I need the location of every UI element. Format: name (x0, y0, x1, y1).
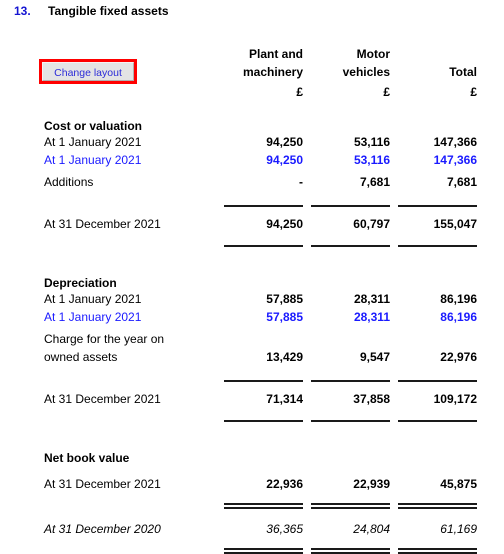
row-value-plant: 94,250 (266, 153, 303, 167)
rule-motor (303, 548, 390, 554)
row-label: At 1 January 2021 (44, 135, 142, 149)
netbook-prior-plant: 36,365 (266, 522, 303, 536)
header-plant-line1: Plant and (248, 47, 303, 61)
table-header-row-2: machinery vehicles Total (44, 62, 477, 80)
netbook-prior-double-rule (44, 548, 477, 554)
row-value-motor: 53,116 (353, 153, 390, 167)
rule-total (390, 420, 477, 422)
subtotal-motor: 60,797 (353, 217, 390, 231)
rule-motor (303, 245, 390, 247)
table-row: Additions - 7,681 7,681 (44, 173, 477, 191)
row-value-total: 147,366 (433, 135, 477, 149)
row-value-total: 22,976 (440, 350, 477, 364)
subtotal-rule-bottom (44, 245, 477, 247)
row-value-plant: 57,885 (266, 292, 303, 306)
rule-total (390, 380, 477, 382)
section-heading-depreciation: Depreciation (44, 270, 477, 290)
table-header-currency-row: £ £ £ (44, 80, 477, 100)
netbook-current-motor: 22,939 (353, 477, 390, 491)
table-row: At 1 January 2021 94,250 53,116 147,366 (44, 151, 477, 169)
row-label: At 1 January 2021 (44, 153, 142, 167)
subtotal-row: At 31 December 2021 94,250 60,797 155,04… (44, 215, 477, 233)
note-title: Tangible fixed assets (48, 4, 169, 18)
subtotal-plant: 94,250 (266, 217, 303, 231)
subtotal-total: 155,047 (433, 217, 477, 231)
netbook-current-double-rule (44, 503, 477, 509)
rule-motor (303, 503, 390, 509)
subtotal-row: At 31 December 2021 71,314 37,858 109,17… (44, 390, 477, 408)
row-value-total: 86,196 (440, 292, 477, 306)
note-number: 13. (14, 4, 31, 18)
row-label: Additions (44, 175, 94, 189)
header-plant-line2: machinery (242, 65, 303, 79)
subtotal-label: At 31 December 2021 (44, 217, 161, 231)
row-value-total: 7,681 (446, 175, 477, 189)
row-value-total: 147,366 (433, 153, 477, 167)
netbook-current-plant: 22,936 (266, 477, 303, 491)
rule-plant (216, 548, 303, 554)
row-label-line2: owned assets (44, 350, 118, 364)
netbook-prior-total: 61,169 (440, 522, 477, 536)
header-motor-line1: Motor (356, 47, 390, 61)
rule-motor (303, 380, 390, 382)
tangible-fixed-assets-table: Plant and Motor machinery vehicles Total… (44, 44, 477, 554)
row-value-motor: 28,311 (353, 292, 390, 306)
currency-plant: £ (296, 85, 303, 99)
netbook-prior-label: At 31 December 2020 (44, 522, 161, 536)
subtotal-rule-top (44, 380, 477, 382)
row-value-total: 86,196 (440, 310, 477, 324)
subtotal-rule-bottom (44, 420, 477, 422)
subtotal-rule-top (44, 205, 477, 207)
row-value-plant: 57,885 (266, 310, 303, 324)
rule-plant (216, 205, 303, 207)
rule-total (390, 245, 477, 247)
row-value-motor: 7,681 (359, 175, 390, 189)
section-heading-netbook: Net book value (44, 445, 477, 465)
row-value-motor: 28,311 (353, 310, 390, 324)
table-row: Charge for the year on owned assets 13,4… (44, 330, 477, 366)
row-label: At 1 January 2021 (44, 310, 142, 324)
rule-plant (216, 380, 303, 382)
row-value-plant: - (299, 175, 303, 189)
section-heading-cost: Cost or valuation (44, 113, 477, 133)
rule-motor (303, 205, 390, 207)
table-row: At 1 January 2021 94,250 53,116 147,366 (44, 133, 477, 151)
row-value-motor: 53,116 (353, 135, 390, 149)
netbook-prior-motor: 24,804 (353, 522, 390, 536)
rule-motor (303, 420, 390, 422)
section-title-netbook: Net book value (44, 451, 130, 465)
section-title-depreciation: Depreciation (44, 276, 117, 290)
table-header-row: Plant and Motor (44, 44, 477, 62)
netbook-current-total: 45,875 (440, 477, 477, 491)
currency-total: £ (470, 85, 477, 99)
rule-total (390, 548, 477, 554)
rule-total (390, 503, 477, 509)
header-total-line2: Total (449, 65, 477, 79)
rule-plant (216, 245, 303, 247)
row-value-plant: 94,250 (266, 135, 303, 149)
page-title: 13. Tangible fixed assets (0, 4, 504, 24)
row-label-line1: Charge for the year on (44, 332, 165, 346)
subtotal-plant: 71,314 (266, 392, 303, 406)
netbook-prior-row: At 31 December 2020 36,365 24,804 61,169 (44, 520, 477, 538)
netbook-current-row: At 31 December 2021 22,936 22,939 45,875 (44, 475, 477, 493)
row-label: Charge for the year on owned assets (44, 330, 216, 366)
subtotal-motor: 37,858 (353, 392, 390, 406)
subtotal-total: 109,172 (433, 392, 477, 406)
rule-plant (216, 503, 303, 509)
netbook-current-label: At 31 December 2021 (44, 477, 161, 491)
section-title-cost: Cost or valuation (44, 119, 143, 133)
currency-motor: £ (383, 85, 390, 99)
row-value-motor: 9,547 (359, 350, 390, 364)
row-value-plant: 13,429 (266, 350, 303, 364)
table-row: At 1 January 2021 57,885 28,311 86,196 (44, 290, 477, 308)
row-label: At 1 January 2021 (44, 292, 142, 306)
rule-plant (216, 420, 303, 422)
table-row: At 1 January 2021 57,885 28,311 86,196 (44, 308, 477, 326)
rule-total (390, 205, 477, 207)
subtotal-label: At 31 December 2021 (44, 392, 161, 406)
header-motor-line2: vehicles (342, 65, 390, 79)
